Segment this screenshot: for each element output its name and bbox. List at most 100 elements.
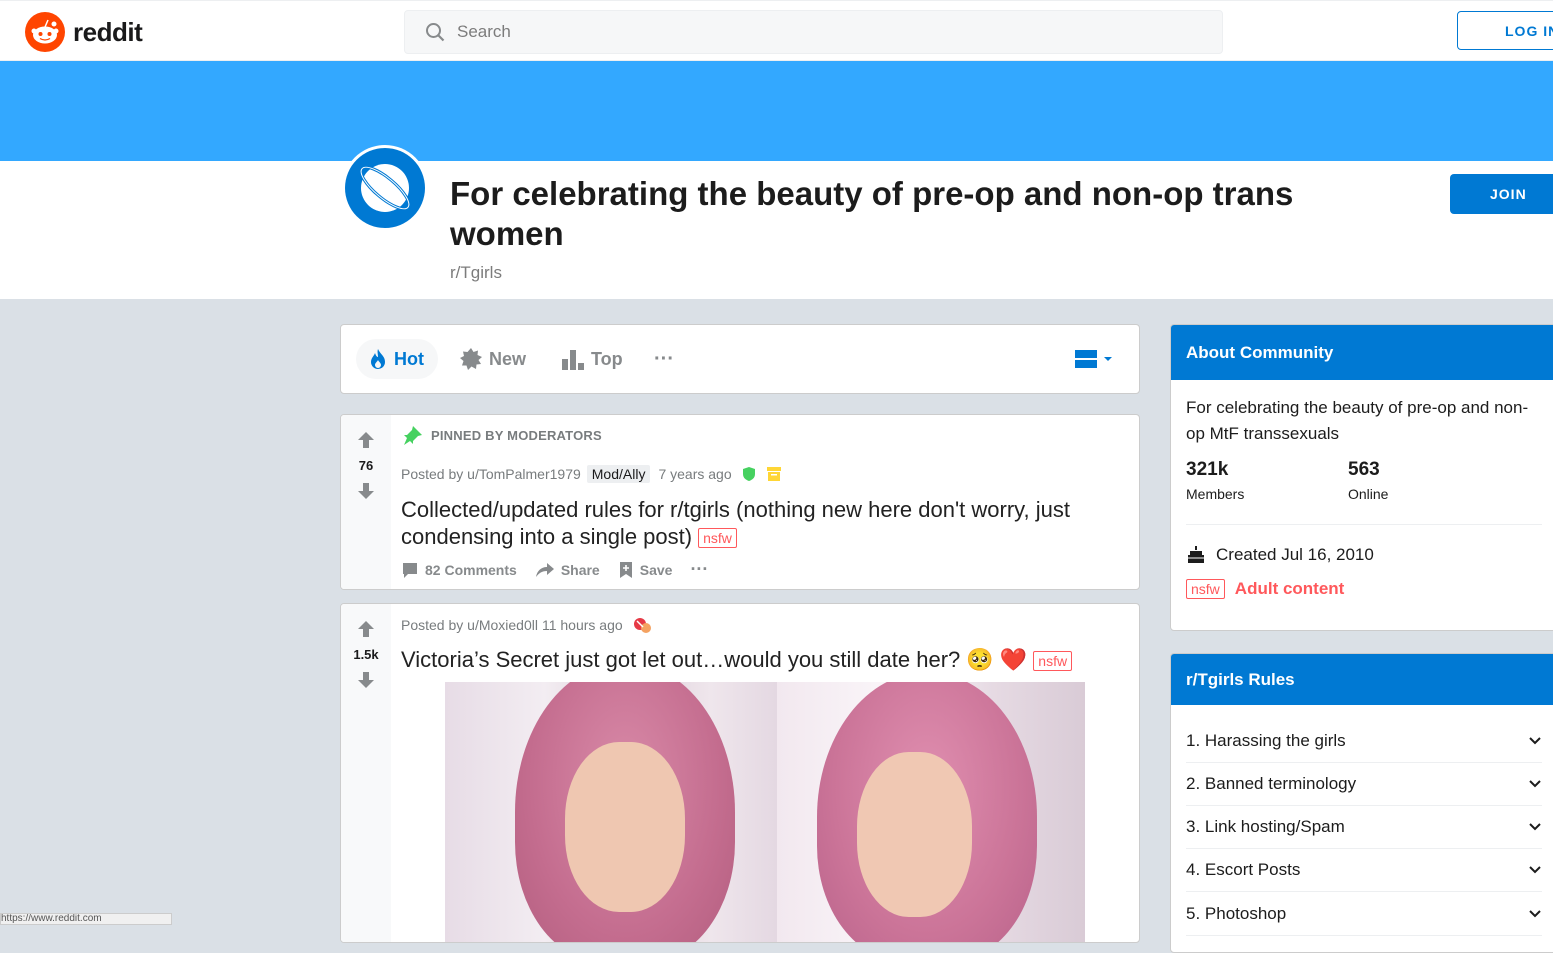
nsfw-tag: nsfw <box>1033 651 1073 672</box>
post-title-text: Victoria’s Secret just got let out…would… <box>401 647 961 672</box>
sort-new-label: New <box>489 348 527 369</box>
vote-column: 1.5k <box>341 604 391 942</box>
snoo-icon <box>25 12 65 52</box>
vote-count: 76 <box>358 458 374 473</box>
rules-heading: r/Tgirls Rules <box>1171 654 1553 705</box>
online-count: 563 <box>1348 459 1380 480</box>
award-icon <box>633 618 651 633</box>
planet-icon <box>345 148 425 228</box>
share-label: Share <box>560 561 600 578</box>
login-button[interactable]: LOG IN <box>1457 11 1553 50</box>
pinned-label: PINNED BY MODERATORS <box>401 425 602 445</box>
about-description: For celebrating the beauty of pre-op and… <box>1186 398 1529 443</box>
save-button[interactable]: Save <box>618 561 673 579</box>
post-time[interactable]: 7 years ago <box>658 466 731 482</box>
logo-wordmark: reddit <box>73 16 143 47</box>
comments-button[interactable]: 82 Comments <box>401 561 517 579</box>
view-toggle-button[interactable] <box>1074 348 1114 370</box>
created-date: Created Jul 16, 2010 <box>1186 545 1374 565</box>
post-author[interactable]: Posted by u/TomPalmer1979 <box>401 466 581 482</box>
caret-down-icon <box>1104 357 1112 361</box>
rule-label: 2. Banned terminology <box>1186 773 1357 793</box>
search-icon <box>426 23 445 42</box>
rule-item[interactable]: 5. Photoshop <box>1186 892 1542 936</box>
sort-bar: Hot New Top ··· <box>340 324 1140 394</box>
rule-item[interactable]: 4. Escort Posts <box>1186 848 1542 892</box>
post-author[interactable]: Posted by u/Moxied0ll <box>401 617 538 633</box>
rule-label: 5. Photoshop <box>1186 903 1287 923</box>
user-flair: Mod/Ally <box>586 465 651 483</box>
rules-card: r/Tgirls Rules 1. Harassing the girls 2.… <box>1170 653 1553 953</box>
sort-hot-button[interactable]: Hot <box>356 339 438 379</box>
comment-icon <box>403 562 417 578</box>
pin-icon <box>404 426 422 445</box>
adult-content-row: nsfw Adult content <box>1186 579 1344 599</box>
post-title[interactable]: Victoria’s Secret just got let out…would… <box>401 646 1073 673</box>
community-banner <box>0 61 1553 161</box>
post-title-emoji: 🥺 ❤️ <box>966 647 1028 672</box>
chevron-down-icon <box>1529 822 1541 830</box>
reddit-logo[interactable]: reddit <box>25 12 143 52</box>
nsfw-tag: nsfw <box>1186 579 1225 599</box>
post-meta: Posted by u/TomPalmer1979 Mod/Ally 7 yea… <box>401 465 782 483</box>
pinned-text: PINNED BY MODERATORS <box>431 427 602 443</box>
post-image[interactable] <box>445 682 1085 942</box>
rule-item[interactable]: 3. Link hosting/Spam <box>1186 805 1542 849</box>
rule-label: 3. Link hosting/Spam <box>1186 816 1345 836</box>
flame-icon <box>371 349 385 369</box>
about-heading: About Community <box>1171 325 1553 380</box>
post-time[interactable]: 11 hours ago <box>542 617 623 633</box>
photo-left <box>445 682 777 942</box>
shield-icon <box>742 467 755 481</box>
nsfw-tag: nsfw <box>698 528 737 549</box>
upvote-icon[interactable] <box>357 620 375 638</box>
post-title[interactable]: Collected/updated rules for r/tgirls (no… <box>401 496 1131 550</box>
bookmark-icon <box>619 561 632 578</box>
post-meta: Posted by u/Moxied0ll 11 hours ago <box>401 615 653 635</box>
upvote-icon[interactable] <box>357 431 375 449</box>
sort-new-button[interactable]: New <box>459 339 526 379</box>
post-more-button[interactable]: ··· <box>690 559 708 580</box>
members-label: Members <box>1186 486 1245 502</box>
sort-more-button[interactable]: ··· <box>654 339 674 379</box>
community-name: r/Tgirls <box>450 263 502 282</box>
rule-label: 4. Escort Posts <box>1186 859 1301 879</box>
post-card[interactable]: 1.5k Posted by u/Moxied0ll 11 hours ago … <box>340 603 1140 943</box>
sort-top-button[interactable]: Top <box>561 339 623 379</box>
top-navbar: reddit LOG IN <box>0 0 1553 61</box>
photo-right <box>777 682 1085 942</box>
downvote-icon[interactable] <box>357 671 375 689</box>
rule-label: 1. Harassing the girls <box>1186 730 1346 750</box>
chevron-down-icon <box>1529 736 1541 744</box>
archive-icon <box>766 467 781 481</box>
browser-status-bar: https://www.reddit.com <box>0 913 172 925</box>
rule-item[interactable]: 2. Banned terminology <box>1186 762 1542 806</box>
about-community-card: About Community For celebrating the beau… <box>1170 324 1553 631</box>
sort-hot-label: Hot <box>394 348 424 369</box>
search-bar[interactable] <box>404 10 1223 54</box>
cake-icon <box>1188 546 1204 563</box>
save-label: Save <box>639 561 673 578</box>
adult-content-label: Adult content <box>1234 579 1345 598</box>
card-view-icon <box>1075 350 1097 368</box>
search-input[interactable] <box>455 21 1159 43</box>
vote-column: 76 <box>341 415 391 589</box>
members-count: 321k <box>1186 459 1229 480</box>
chevron-down-icon <box>1529 865 1541 873</box>
join-button[interactable]: JOIN <box>1450 174 1553 214</box>
share-icon <box>535 562 554 577</box>
post-card-pinned[interactable]: 76 PINNED BY MODERATORS Posted by u/TomP… <box>340 414 1140 590</box>
divider <box>1186 524 1542 525</box>
share-button[interactable]: Share <box>535 561 600 579</box>
downvote-icon[interactable] <box>357 482 375 500</box>
vote-count: 1.5k <box>353 647 379 662</box>
created-text: Created Jul 16, 2010 <box>1216 545 1374 564</box>
chevron-down-icon <box>1529 909 1541 917</box>
rule-item[interactable]: 1. Harassing the girls <box>1186 719 1542 763</box>
community-avatar <box>342 145 428 231</box>
sparkle-icon <box>460 348 482 370</box>
bar-chart-icon <box>562 350 584 370</box>
comments-label: 82 Comments <box>425 561 517 578</box>
online-label: Online <box>1348 486 1389 502</box>
community-title: For celebrating the beauty of pre-op and… <box>450 175 1294 252</box>
